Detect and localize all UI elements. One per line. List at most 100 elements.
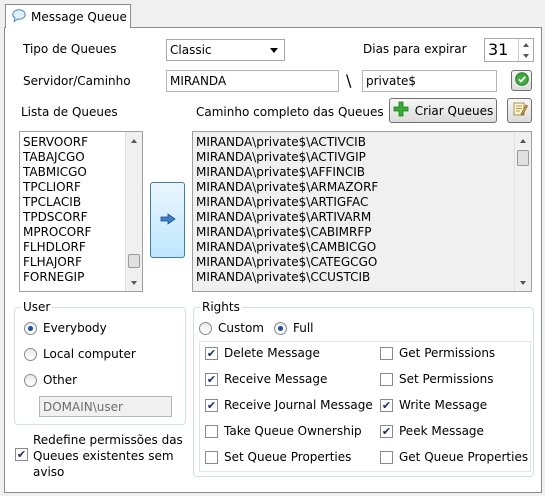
list-item[interactable]: MIRANDA\private$\ACTIVGIP (193, 150, 531, 165)
dias-value: 31 (488, 40, 509, 59)
lista-items: SERVOORF TABAJCGO TABMICGO TPCLIORF TPCL… (20, 132, 142, 285)
checkbox[interactable] (380, 346, 393, 360)
list-item[interactable]: MIRANDA\private$\CATEGCGO (193, 255, 531, 270)
radio-custom-label: Custom (218, 321, 264, 335)
list-item[interactable]: TABAJCGO (20, 150, 142, 165)
lista-label: Lista de Queues (21, 105, 118, 119)
redefine-line-1: Redefine permissões das (33, 433, 183, 447)
scroll-thumb[interactable] (128, 254, 140, 268)
list-item[interactable]: MIRANDA\private$\CABIMRFP (193, 225, 531, 240)
chevron-up-icon (523, 42, 529, 47)
add-to-path-button[interactable] (150, 182, 185, 258)
check-label: Get Permissions (399, 346, 496, 360)
checkbox[interactable]: ✔ (380, 424, 393, 438)
scroll-up-button[interactable] (515, 132, 531, 149)
scroll-down-button[interactable] (126, 274, 142, 291)
caminho-listbox[interactable]: MIRANDA\private$\ACTIVCIB MIRANDA\privat… (192, 131, 532, 292)
tab-message-queue[interactable]: Message Queue (5, 4, 131, 28)
radio-everybody[interactable]: Everybody (24, 321, 107, 335)
list-item[interactable]: MIRANDA\private$\ARMAZORF (193, 180, 531, 195)
check-label: Peek Message (399, 424, 484, 438)
radio-button[interactable] (274, 321, 287, 335)
radio-button[interactable] (199, 321, 212, 335)
checkbox[interactable] (380, 450, 393, 464)
checkbox[interactable] (205, 450, 218, 464)
checkbox[interactable]: ✔ (205, 398, 218, 412)
check-delete-message[interactable]: ✔ Delete Message (205, 346, 320, 360)
radio-button[interactable] (24, 321, 37, 335)
check-peek-message[interactable]: ✔ Peek Message (380, 424, 484, 438)
list-item[interactable]: TPDSCORF (20, 210, 142, 225)
tipo-select[interactable]: Classic (166, 39, 285, 61)
list-item[interactable]: MIRANDA\private$\ARTIVARM (193, 210, 531, 225)
list-item[interactable]: TPCLIORF (20, 180, 142, 195)
caminho-label: Caminho completo das Queues (196, 105, 384, 119)
checkbox[interactable] (205, 424, 218, 438)
checkbox[interactable]: ✔ (380, 398, 393, 412)
check-get-queue-properties[interactable]: Get Queue Properties (380, 450, 528, 464)
lista-queues-listbox[interactable]: SERVOORF TABAJCGO TABMICGO TPCLIORF TPCL… (19, 131, 143, 292)
check-receive-message[interactable]: ✔ Receive Message (205, 372, 327, 386)
servidor-label: Servidor/Caminho (23, 74, 131, 88)
checkbox[interactable]: ✔ (205, 346, 218, 360)
speech-bubble-icon (12, 8, 26, 25)
arrow-right-icon (160, 212, 176, 228)
list-item[interactable]: MIRANDA\private$\ACTIVCIB (193, 135, 531, 150)
check-set-queue-properties[interactable]: Set Queue Properties (205, 450, 351, 464)
caminho-scrollbar[interactable] (514, 132, 531, 291)
checkbox[interactable]: ✔ (205, 372, 218, 386)
list-item[interactable]: SERVOORF (20, 135, 142, 150)
list-item[interactable]: MIRANDA\private$\CCUSTCIB (193, 270, 531, 285)
list-item[interactable]: MPROCORF (20, 225, 142, 240)
check-label: Write Message (399, 398, 488, 412)
check-write-message[interactable]: ✔ Write Message (380, 398, 487, 412)
dias-stepper[interactable]: 31 (484, 38, 534, 62)
caminho-items: MIRANDA\private$\ACTIVCIB MIRANDA\privat… (193, 132, 531, 285)
dias-label: Dias para expirar (363, 42, 467, 56)
check-get-permissions[interactable]: Get Permissions (380, 346, 495, 360)
check-label: Get Queue Properties (399, 450, 529, 464)
notes-button[interactable] (507, 98, 532, 123)
check-label: Receive Journal Message (224, 398, 373, 412)
radio-full[interactable]: Full (274, 321, 314, 335)
check-label: Delete Message (224, 346, 320, 360)
checkbox[interactable] (380, 372, 393, 386)
check-receive-journal-message[interactable]: ✔ Receive Journal Message (205, 398, 373, 412)
validate-button[interactable] (511, 70, 532, 91)
path-input[interactable]: private$ (362, 70, 497, 92)
list-item[interactable]: MIRANDA\private$\CAMBICGO (193, 240, 531, 255)
radio-custom[interactable]: Custom (199, 321, 264, 335)
scroll-thumb[interactable] (517, 150, 529, 166)
scroll-up-button[interactable] (126, 132, 142, 149)
radio-button[interactable] (24, 347, 37, 361)
list-item[interactable]: TABMICGO (20, 165, 142, 180)
criar-queues-button[interactable]: Criar Queues (389, 98, 497, 123)
check-label: Set Queue Properties (224, 450, 352, 464)
radio-other[interactable]: Other (24, 373, 77, 387)
list-item[interactable]: FLHAJORF (20, 255, 142, 270)
radio-full-label: Full (293, 321, 314, 335)
redefine-checkbox[interactable]: ✔ (15, 447, 28, 461)
check-take-queue-ownership[interactable]: Take Queue Ownership (205, 424, 362, 438)
servidor-input[interactable]: MIRANDA (166, 70, 339, 92)
list-item[interactable]: MIRANDA\private$\AFFINCIB (193, 165, 531, 180)
other-user-input[interactable]: DOMAIN\user (39, 396, 172, 417)
list-item[interactable]: MIRANDA\private$\ARTIGFAC (193, 195, 531, 210)
stepper-up-button[interactable] (519, 39, 533, 50)
redefine-label: Redefine permissões das Queues existente… (33, 432, 183, 480)
tipo-select-value: Classic (170, 43, 212, 57)
check-set-permissions[interactable]: Set Permissions (380, 372, 494, 386)
scroll-down-button[interactable] (515, 274, 531, 291)
check-label: Set Permissions (399, 372, 494, 386)
list-item[interactable]: FLHDLORF (20, 240, 142, 255)
check-label: Receive Message (224, 372, 328, 386)
stepper-down-button[interactable] (519, 50, 533, 61)
radio-local-computer[interactable]: Local computer (24, 347, 136, 361)
chevron-down-icon (523, 53, 529, 58)
lista-scrollbar[interactable] (125, 132, 142, 291)
list-item[interactable]: TPCLACIB (20, 195, 142, 210)
list-item[interactable]: FORNEGIP (20, 270, 142, 285)
checkbox[interactable]: ✔ (15, 448, 28, 461)
radio-other-label: Other (43, 373, 78, 387)
radio-button[interactable] (24, 373, 37, 387)
